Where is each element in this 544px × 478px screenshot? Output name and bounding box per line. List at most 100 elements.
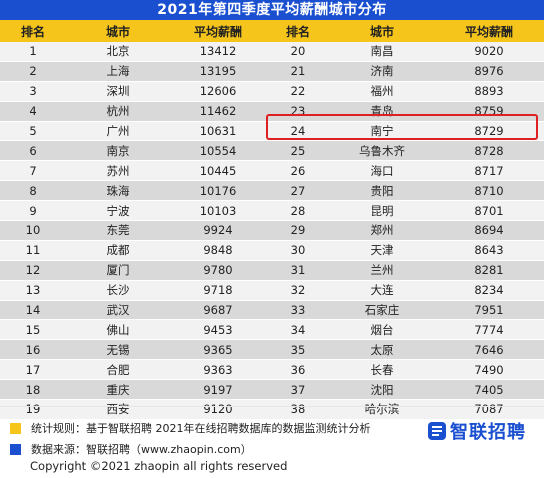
header-city: 城市 — [66, 20, 170, 42]
cell-rank: 1 — [0, 42, 66, 62]
cell-city: 福州 — [330, 81, 434, 102]
cell-salary: 10103 — [170, 200, 266, 222]
cell-rank: 9 — [0, 200, 66, 222]
cell-salary: 9363 — [170, 359, 266, 381]
cell-salary: 7646 — [434, 339, 544, 361]
cell-city: 南昌 — [330, 42, 434, 62]
cell-rank: 35 — [266, 339, 330, 361]
table-row: 7 苏州 10445 26 海口 8717 — [0, 160, 544, 182]
cell-rank: 17 — [0, 359, 66, 381]
table-row: 12 厦门 9780 31 兰州 8281 — [0, 260, 544, 281]
cell-salary: 9365 — [170, 339, 266, 361]
cell-city: 杭州 — [66, 101, 170, 122]
note-source: 数据来源：智联招聘（www.zhaopin.com） — [10, 441, 252, 457]
cell-city: 广州 — [66, 121, 170, 142]
salary-ranking-table: 排名 城市 平均薪酬 排名 城市 平均薪酬 1 北京 13412 20 南昌 9020 2 上… — [0, 20, 544, 420]
cell-salary: 12606 — [170, 81, 266, 102]
cell-city: 重庆 — [66, 379, 170, 401]
cell-rank: 6 — [0, 140, 66, 162]
zhaopin-logo-icon — [428, 422, 446, 440]
cell-city: 兰州 — [330, 260, 434, 281]
note-rule: 统计规则：基于智联招聘 2021年在线招聘数据库的数据监测统计分析 — [10, 420, 371, 436]
table-row: 9 宁波 10103 28 昆明 8701 — [0, 200, 544, 222]
cell-salary: 7774 — [434, 319, 544, 341]
cell-rank: 36 — [266, 359, 330, 381]
cell-salary: 9780 — [170, 260, 266, 281]
cell-rank: 34 — [266, 319, 330, 341]
cell-salary: 8643 — [434, 240, 544, 261]
cell-city: 乌鲁木齐 — [330, 140, 434, 162]
table-row: 14 武汉 9687 33 石家庄 7951 — [0, 300, 544, 321]
cell-city: 苏州 — [66, 160, 170, 182]
cell-salary: 9687 — [170, 300, 266, 321]
divider — [0, 406, 544, 407]
cell-rank: 29 — [266, 220, 330, 241]
header-rank: 排名 — [0, 20, 66, 42]
cell-salary: 7405 — [434, 379, 544, 401]
cell-salary: 9020 — [434, 42, 544, 62]
table-row: 18 重庆 9197 37 沈阳 7405 — [0, 379, 544, 401]
cell-salary: 8728 — [434, 140, 544, 162]
cell-city: 无锡 — [66, 339, 170, 361]
cell-salary: 8893 — [434, 81, 544, 102]
cell-city: 合肥 — [66, 359, 170, 381]
cell-rank: 25 — [266, 140, 330, 162]
cell-city: 太原 — [330, 339, 434, 361]
cell-rank: 5 — [0, 121, 66, 142]
table-row: 2 上海 13195 21 济南 8976 — [0, 61, 544, 82]
cell-rank: 37 — [266, 379, 330, 401]
cell-city: 珠海 — [66, 180, 170, 202]
cell-salary: 7951 — [434, 300, 544, 321]
cell-city: 大连 — [330, 280, 434, 301]
cell-salary: 9453 — [170, 319, 266, 341]
cell-rank: 27 — [266, 180, 330, 202]
table-row: 15 佛山 9453 34 烟台 7774 — [0, 319, 544, 341]
cell-rank: 28 — [266, 200, 330, 222]
cell-rank: 8 — [0, 180, 66, 202]
cell-salary: 9848 — [170, 240, 266, 261]
cell-rank: 33 — [266, 300, 330, 321]
cell-city: 石家庄 — [330, 300, 434, 321]
cell-salary: 10631 — [170, 121, 266, 142]
cell-city: 宁波 — [66, 200, 170, 222]
cell-salary: 10176 — [170, 180, 266, 202]
header-salary: 平均薪酬 — [170, 20, 266, 42]
cell-city: 济南 — [330, 61, 434, 82]
cell-city: 海口 — [330, 160, 434, 182]
table-header-row: 排名 城市 平均薪酬 排名 城市 平均薪酬 — [0, 20, 544, 42]
cell-city: 南京 — [66, 140, 170, 162]
cell-city: 贵阳 — [330, 180, 434, 202]
note-source-text: 数据来源：智联招聘（www.zhaopin.com） — [31, 443, 252, 456]
footer: 统计规则：基于智联招聘 2021年在线招聘数据库的数据监测统计分析 数据来源：智… — [0, 410, 544, 478]
cell-city: 郑州 — [330, 220, 434, 241]
cell-salary: 9924 — [170, 220, 266, 241]
table-row: 17 合肥 9363 36 长春 7490 — [0, 359, 544, 381]
header-city: 城市 — [330, 20, 434, 42]
header-salary: 平均薪酬 — [434, 20, 544, 42]
cell-rank: 30 — [266, 240, 330, 261]
cell-salary: 10445 — [170, 160, 266, 182]
copyright: Copyright ©2021 zhaopin all rights reser… — [30, 459, 288, 473]
cell-city: 长沙 — [66, 280, 170, 301]
cell-city: 深圳 — [66, 81, 170, 102]
cell-salary: 8701 — [434, 200, 544, 222]
cell-city: 上海 — [66, 61, 170, 82]
table-body: 1 北京 13412 20 南昌 9020 2 上海 13195 21 济南 8976 3 深圳 12606… — [0, 42, 544, 420]
cell-rank: 18 — [0, 379, 66, 401]
cell-rank: 12 — [0, 260, 66, 281]
cell-rank: 10 — [0, 220, 66, 241]
cell-salary: 8694 — [434, 220, 544, 241]
cell-salary: 8234 — [434, 280, 544, 301]
zhaopin-logo: 智联招聘 — [427, 418, 526, 444]
cell-salary: 10554 — [170, 140, 266, 162]
cell-city: 烟台 — [330, 319, 434, 341]
note-rule-text: 统计规则：基于智联招聘 2021年在线招聘数据库的数据监测统计分析 — [31, 422, 371, 435]
cell-city: 成都 — [66, 240, 170, 261]
cell-rank: 7 — [0, 160, 66, 182]
table-row: 13 长沙 9718 32 大连 8234 — [0, 280, 544, 301]
page-title: 2021年第四季度平均薪酬城市分布 — [0, 0, 544, 20]
cell-city: 东莞 — [66, 220, 170, 241]
cell-salary: 7490 — [434, 359, 544, 381]
cell-salary: 13412 — [170, 42, 266, 62]
cell-rank: 21 — [266, 61, 330, 82]
